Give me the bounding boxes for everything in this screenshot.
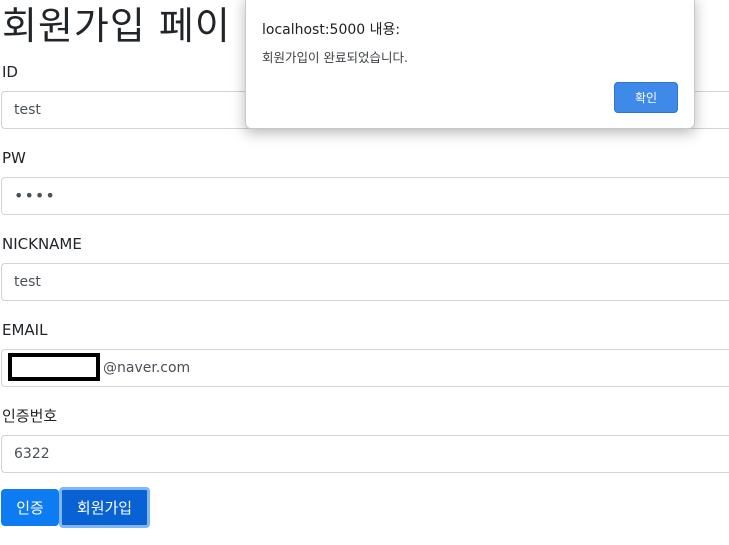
nickname-label: NICKNAME [2, 235, 82, 253]
email-domain: @naver.com [103, 360, 191, 376]
verification-code-input[interactable]: 6322 [1, 435, 729, 473]
alert-dialog: localhost:5000 내용: 회원가입이 완료되었습니다. 확인 [245, 0, 695, 129]
signup-page: 회원가입 페이 ID test PW •••• NICKNAME test EM… [0, 0, 729, 545]
page-title: 회원가입 페이 [2, 4, 231, 48]
dialog-message: 회원가입이 완료되었습니다. [262, 50, 408, 65]
pw-label: PW [2, 149, 26, 167]
email-label: EMAIL [2, 321, 48, 339]
verify-button[interactable]: 인증 [1, 489, 59, 526]
nickname-input[interactable]: test [1, 263, 729, 301]
dialog-origin: localhost:5000 내용: [262, 22, 401, 38]
signup-button[interactable]: 회원가입 [59, 487, 150, 528]
email-input[interactable]: @naver.com [1, 349, 729, 387]
password-input[interactable]: •••• [1, 177, 729, 215]
verification-code-label: 인증번호 [2, 407, 58, 425]
dialog-ok-button[interactable]: 확인 [614, 82, 678, 113]
email-redaction-box [8, 353, 100, 381]
id-label: ID [2, 63, 18, 81]
